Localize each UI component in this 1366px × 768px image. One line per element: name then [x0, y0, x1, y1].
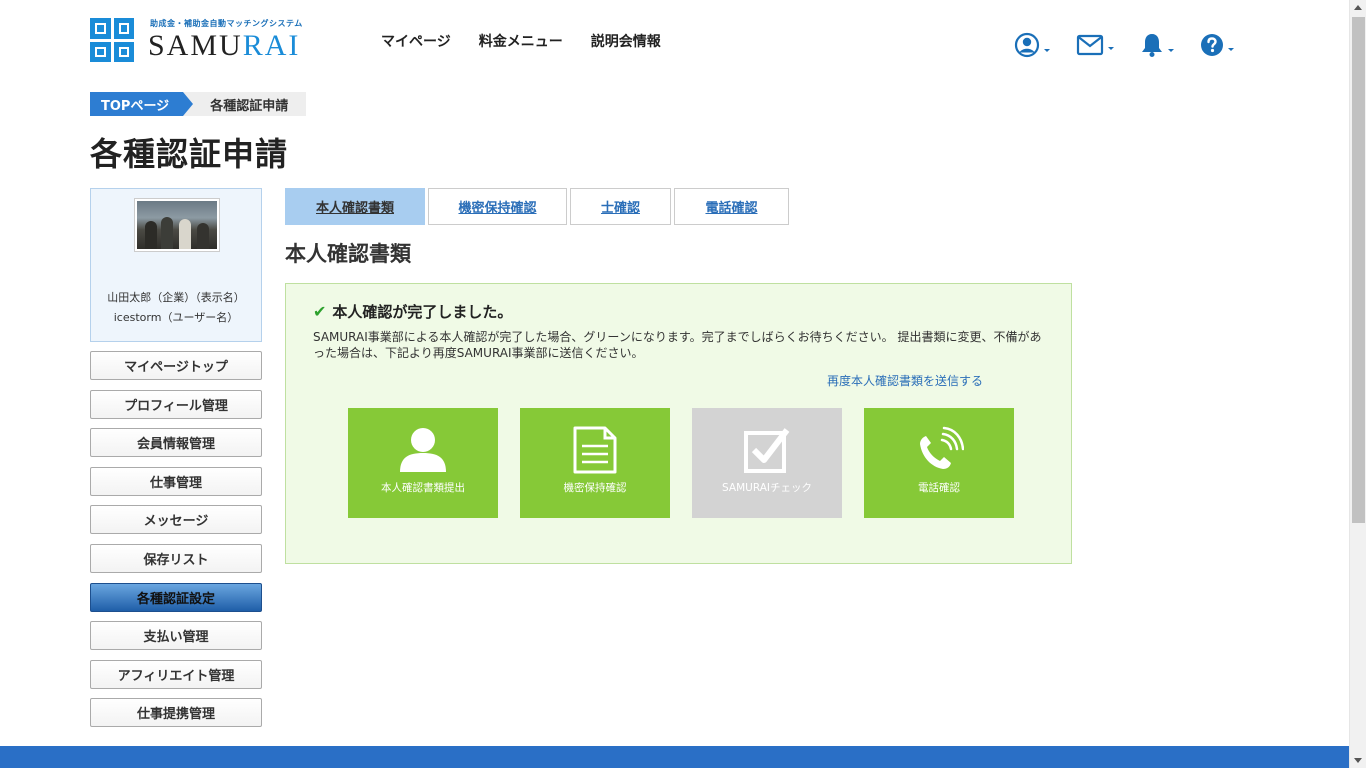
status-heading: ✔ 本人確認が完了しました。	[313, 301, 512, 322]
nav-seminar[interactable]: 説明会情報	[591, 31, 661, 51]
footer-bar	[0, 746, 1349, 768]
chevron-down-icon	[1108, 47, 1114, 50]
tile-phone-verification[interactable]: 電話確認	[864, 408, 1014, 518]
tile-label: SAMURAIチェック	[722, 482, 812, 494]
tile-label: 本人確認書類提出	[381, 482, 465, 494]
tile-label: 電話確認	[918, 482, 960, 494]
tile-label: 機密保持確認	[563, 482, 627, 494]
tile-identity-submission[interactable]: 本人確認書類提出	[348, 408, 498, 518]
account-menu-button[interactable]	[1014, 32, 1050, 58]
logo-tagline: 助成金・補助金自動マッチングシステム	[150, 19, 303, 28]
document-icon	[573, 426, 617, 474]
sidebar-item-job-partnership[interactable]: 仕事提携管理	[90, 698, 262, 728]
messages-menu-button[interactable]	[1076, 34, 1114, 56]
nav-pricing[interactable]: 料金メニュー	[479, 31, 563, 51]
sidebar-item-affiliate[interactable]: アフィリエイト管理	[90, 659, 262, 689]
profile-card: 山田太郎（企業）（表示名） icestorm（ユーザー名）	[90, 188, 262, 342]
tab-confidentiality[interactable]: 機密保持確認	[428, 188, 567, 225]
chevron-down-icon	[1168, 49, 1174, 52]
chevron-down-icon	[1044, 49, 1050, 52]
resend-documents-link[interactable]: 再度本人確認書類を送信する	[827, 372, 983, 389]
verification-status-panel: ✔ 本人確認が完了しました。 SAMURAI事業部による本人確認が完了した場合、…	[285, 283, 1072, 564]
sidebar-item-verification-settings[interactable]: 各種認証設定	[90, 582, 262, 612]
profile-display-name: 山田太郎（企業）（表示名）	[107, 291, 245, 304]
checkbox-icon	[744, 428, 790, 473]
sidebar-item-profile[interactable]: プロフィール管理	[90, 389, 262, 419]
site-header: 助成金・補助金自動マッチングシステム SAMURAI マイページ 料金メニュー …	[0, 0, 1349, 88]
scroll-down-icon[interactable]	[1354, 758, 1362, 763]
sidebar-item-saved-list[interactable]: 保存リスト	[90, 543, 262, 573]
breadcrumb-current: 各種認証申請	[183, 92, 307, 116]
help-menu-button[interactable]	[1200, 33, 1234, 57]
user-icon	[400, 428, 446, 472]
main-nav: マイページ 料金メニュー 説明会情報	[381, 31, 661, 51]
logo-mark-icon	[90, 18, 134, 62]
samurai-logo[interactable]: 助成金・補助金自動マッチングシステム SAMURAI	[90, 18, 303, 63]
sidebar-item-mypage-top[interactable]: マイページトップ	[90, 351, 262, 380]
scrollbar-thumb[interactable]	[1352, 17, 1365, 523]
sidebar-item-payments[interactable]: 支払い管理	[90, 621, 262, 651]
page-scrollbar[interactable]	[1349, 0, 1366, 768]
bell-icon	[1142, 34, 1162, 57]
logo-wordmark: SAMURAI	[148, 29, 301, 62]
notifications-menu-button[interactable]	[1140, 32, 1174, 58]
nav-mypage[interactable]: マイページ	[381, 31, 451, 51]
tile-samurai-check[interactable]: SAMURAIチェック	[692, 408, 842, 518]
status-description: SAMURAI事業部による本人確認が完了した場合、グリーンになります。完了までし…	[313, 330, 1042, 360]
page-title: 各種認証申請	[90, 135, 289, 173]
envelope-icon	[1076, 34, 1104, 56]
sidebar-menu: マイページトップ プロフィール管理 会員情報管理 仕事管理 メッセージ 保存リス…	[90, 351, 262, 737]
verification-tabs: 本人確認書類 機密保持確認 士確認 電話確認	[285, 188, 789, 225]
tab-identity-documents[interactable]: 本人確認書類	[285, 188, 425, 225]
verification-tiles: 本人確認書類提出 機密保持確認 SAMURAIチェック 電話確認	[348, 408, 1014, 518]
question-circle-icon	[1201, 34, 1223, 56]
section-title: 本人確認書類	[285, 242, 411, 266]
avatar[interactable]	[135, 199, 219, 251]
checkmark-icon: ✔	[313, 302, 327, 321]
tile-confidentiality[interactable]: 機密保持確認	[520, 408, 670, 518]
user-circle-icon	[1014, 32, 1040, 58]
breadcrumb-home-link[interactable]: TOPページ	[90, 92, 194, 116]
status-heading-text: 本人確認が完了しました。	[332, 303, 513, 321]
tab-phone[interactable]: 電話確認	[674, 188, 789, 225]
breadcrumb: TOPページ 各種認証申請	[90, 92, 307, 116]
sidebar-item-member-info[interactable]: 会員情報管理	[90, 428, 262, 458]
chevron-down-icon	[1228, 48, 1234, 51]
sidebar-item-messages[interactable]: メッセージ	[90, 505, 262, 535]
header-icon-nav	[1014, 32, 1234, 58]
phone-icon	[920, 426, 964, 469]
profile-user-name: icestorm（ユーザー名）	[113, 311, 239, 324]
sidebar-item-jobs[interactable]: 仕事管理	[90, 466, 262, 496]
scroll-up-icon[interactable]	[1354, 5, 1362, 10]
tab-professional[interactable]: 士確認	[570, 188, 671, 225]
